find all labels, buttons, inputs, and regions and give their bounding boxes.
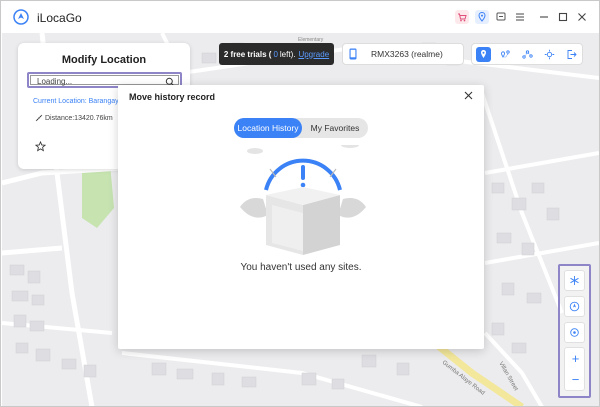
location-search-frame	[30, 75, 179, 87]
free-trial-banner: 2 free trials ( 0 left). Upgrade	[219, 43, 334, 65]
device-name: RMX3263 (realme)	[371, 49, 443, 59]
zoom-out-button[interactable]: −	[565, 369, 586, 390]
move-history-dialog: Move history record Location History My …	[118, 85, 484, 349]
cart-icon[interactable]	[455, 10, 469, 24]
trial-prefix: 2 free trials (	[223, 49, 272, 59]
zoom-in-button[interactable]: +	[565, 348, 586, 369]
feedback-icon[interactable]	[494, 10, 508, 24]
device-selector[interactable]: RMX3263 (realme)	[342, 43, 464, 65]
locate-icon[interactable]	[564, 322, 585, 343]
teleport-mode-icon[interactable]	[476, 47, 491, 62]
exit-icon[interactable]	[564, 47, 579, 62]
location-pin-icon[interactable]	[475, 10, 489, 24]
trial-count: 0	[273, 49, 278, 59]
app-window: iLocaGo Elementary Gumba Alaye Road Vill…	[0, 0, 600, 407]
empty-state-message: You haven't used any sites.	[240, 262, 362, 273]
app-title: iLocaGo	[37, 11, 82, 25]
ruler-icon	[35, 114, 43, 122]
maximize-icon[interactable]	[556, 10, 570, 24]
history-tabs: Location History My Favorites	[234, 118, 368, 138]
dialog-title: Move history record	[129, 92, 216, 102]
distance-row: Distance:13420.76km	[35, 114, 113, 122]
mode-toolbar	[471, 43, 583, 65]
dialog-close-icon[interactable]	[463, 90, 474, 101]
close-icon[interactable]	[575, 10, 589, 24]
distance-text: Distance:13420.76km	[45, 114, 113, 122]
phone-icon	[349, 48, 357, 60]
menu-icon[interactable]	[513, 10, 527, 24]
snowflake-icon[interactable]	[564, 270, 585, 291]
tab-location-history[interactable]: Location History	[234, 118, 302, 138]
minimize-icon[interactable]	[537, 10, 551, 24]
joystick-mode-icon[interactable]	[542, 47, 557, 62]
title-bar: iLocaGo	[1, 1, 599, 33]
dialog-header: Move history record	[118, 85, 484, 107]
map-side-controls: + −	[558, 264, 591, 398]
two-spot-mode-icon[interactable]	[498, 47, 513, 62]
empty-box-illustration	[240, 145, 366, 255]
favorite-star-icon[interactable]	[35, 141, 46, 152]
compass-icon[interactable]	[564, 296, 585, 317]
modify-location-title: Modify Location	[61, 54, 147, 66]
trial-suffix: left).	[279, 49, 296, 59]
upgrade-link[interactable]: Upgrade	[298, 50, 329, 59]
tab-my-favorites[interactable]: My Favorites	[302, 118, 368, 138]
current-location-text: Current Location: Barangay	[33, 98, 119, 105]
zoom-controls: + −	[564, 347, 585, 391]
multi-spot-mode-icon[interactable]	[520, 47, 535, 62]
app-logo-icon	[13, 9, 29, 25]
